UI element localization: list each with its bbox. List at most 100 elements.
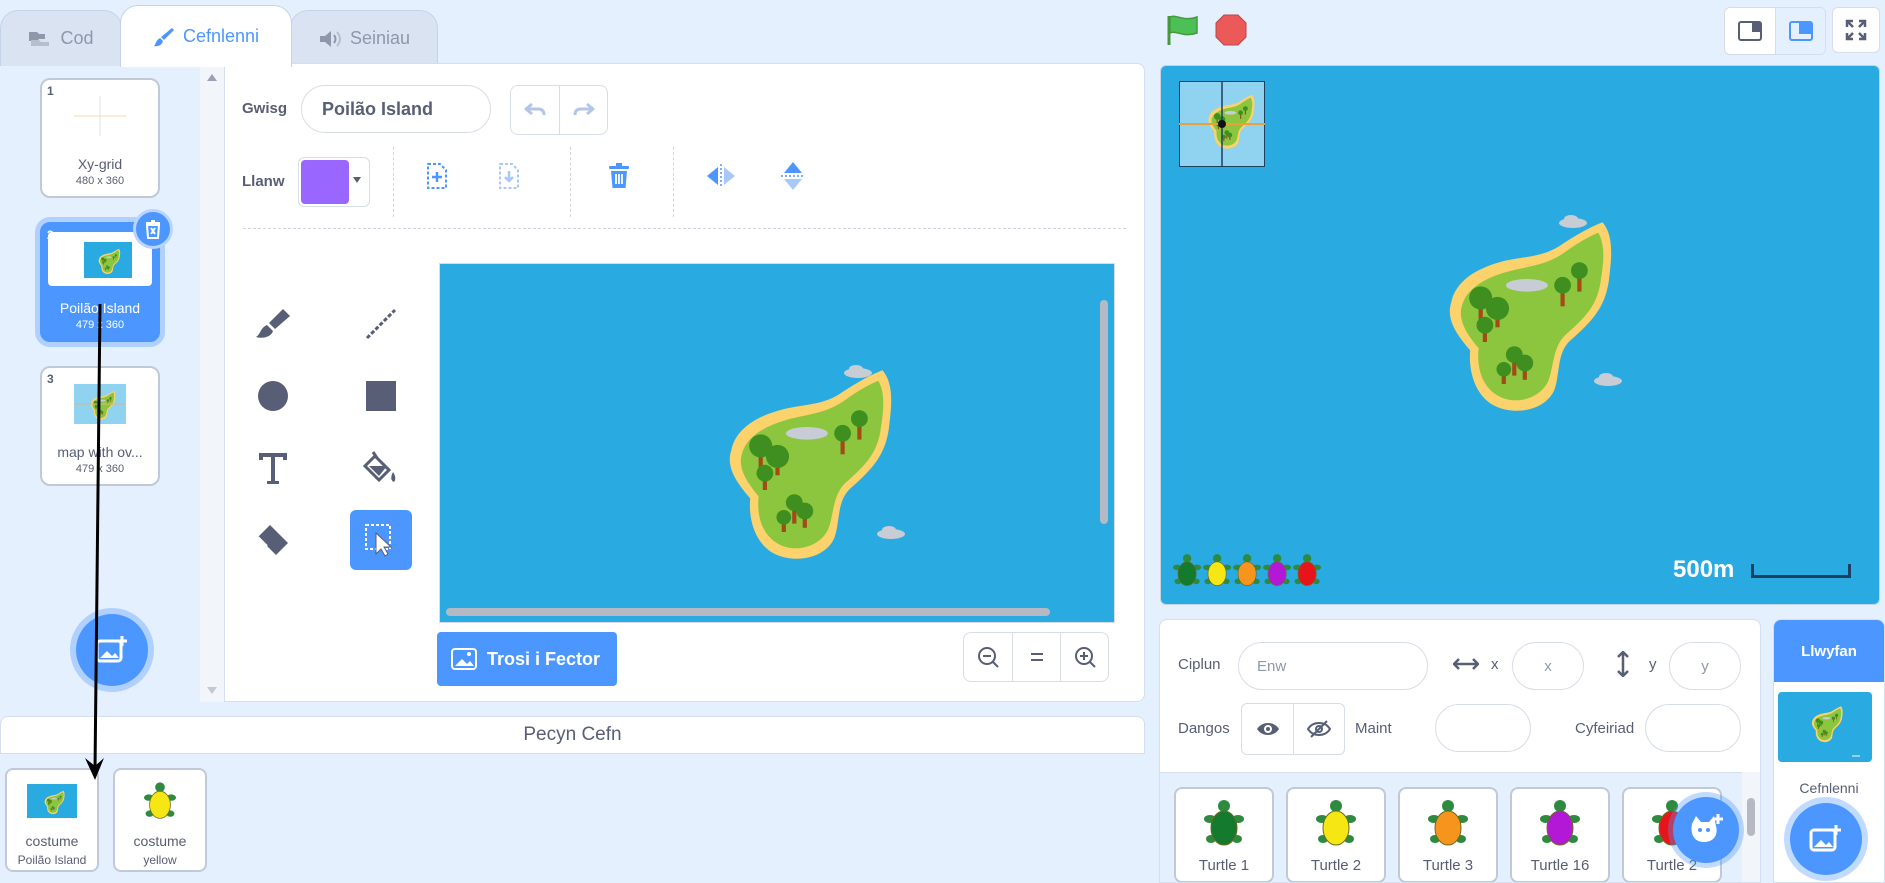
brush-tool[interactable]	[242, 294, 304, 354]
backpack-item[interactable]: costume Poilão Island	[5, 768, 99, 872]
toolbar-divider	[570, 147, 571, 217]
scroll-up-arrow-icon[interactable]	[207, 74, 217, 81]
size-input[interactable]	[1435, 704, 1531, 752]
backpack-item[interactable]: costume yellow	[113, 768, 207, 872]
hide-button[interactable]	[1293, 704, 1344, 754]
sprite-tile[interactable]: Turtle 16	[1510, 787, 1610, 882]
green-flag-button[interactable]	[1165, 14, 1201, 46]
sprite-list-scrollbar[interactable]	[1742, 772, 1760, 882]
select-tool[interactable]	[350, 510, 412, 570]
backdrop-thumbnail	[74, 96, 126, 136]
scrollbar-thumb[interactable]	[1747, 798, 1755, 836]
backpack-item-name: Poilão Island	[17, 853, 87, 867]
backdrop-item[interactable]: 1 Xy-grid 480 x 360	[40, 78, 160, 198]
y-input[interactable]: y	[1669, 642, 1741, 690]
sprite-name: Turtle 3	[1422, 857, 1474, 874]
copy-button[interactable]	[413, 152, 461, 200]
undo-redo-group	[510, 85, 608, 135]
backdrop-size: 480 x 360	[75, 175, 125, 187]
backpack-thumbnail	[143, 782, 177, 819]
tab-backdrops-label: Cefnlenni	[182, 26, 260, 46]
backdrop-item[interactable]: 3 map with ov... 479 x 360	[40, 366, 160, 486]
paste-button[interactable]	[485, 152, 533, 200]
sprite-info-panel: Ciplun Enw x x y y Dangos Maint Cyfeiria…	[1159, 619, 1761, 883]
scale-bar	[1751, 564, 1851, 578]
x-input[interactable]: x	[1512, 642, 1584, 690]
scroll-down-arrow-icon[interactable]	[207, 687, 217, 694]
x-label: x	[1491, 656, 1499, 673]
small-stage-button[interactable]	[1725, 8, 1775, 54]
backpack-item-type: costume	[25, 833, 79, 849]
zoom-reset-button[interactable]	[1012, 633, 1060, 681]
direction-input[interactable]	[1645, 704, 1741, 752]
turtle-sprites-row	[1171, 550, 1331, 603]
zoom-out-button[interactable]	[964, 633, 1012, 681]
delete-backdrop-button[interactable]	[133, 209, 173, 249]
fullscreen-icon	[1845, 19, 1867, 41]
sprite-tile[interactable]: Turtle 2	[1286, 787, 1386, 882]
fill-color-picker[interactable]	[298, 157, 370, 207]
zoom-in-icon	[1074, 647, 1096, 668]
convert-to-vector-button[interactable]: Trosi i Fector	[437, 632, 617, 686]
line-tool[interactable]	[350, 294, 412, 354]
redo-button[interactable]	[559, 86, 607, 134]
speaker-icon	[319, 30, 341, 47]
flip-vertical-button[interactable]	[769, 152, 817, 200]
tab-backdrops[interactable]: Cefnlenni	[120, 5, 292, 67]
backdrop-list-scrollbar[interactable]	[200, 66, 224, 702]
add-image-icon	[1809, 825, 1841, 852]
fill-color-swatch	[301, 160, 349, 204]
eye-icon	[1256, 723, 1279, 735]
stop-button[interactable]	[1214, 13, 1248, 47]
delete-button[interactable]	[595, 152, 643, 200]
show-toggle	[1241, 703, 1345, 755]
circle-tool[interactable]	[242, 366, 304, 426]
choose-backdrop-stage-button[interactable]	[1790, 803, 1862, 875]
select-icon	[365, 524, 393, 557]
redo-icon	[573, 102, 594, 116]
turtle-sprite[interactable]	[1202, 553, 1232, 586]
show-button[interactable]	[1242, 704, 1293, 754]
zoom-in-button[interactable]	[1060, 633, 1108, 681]
text-tool[interactable]	[242, 438, 304, 498]
choose-backdrop-button[interactable]	[76, 614, 148, 686]
eraser-tool[interactable]	[242, 510, 304, 570]
chevron-down-icon	[353, 177, 361, 183]
backdrop-number: 3	[47, 372, 54, 386]
choose-sprite-button[interactable]	[1673, 797, 1739, 863]
size-label: Maint	[1355, 720, 1392, 737]
canvas-vertical-scrollbar[interactable]	[1100, 300, 1108, 524]
backdrop-size: 479 x 360	[75, 463, 125, 475]
rectangle-tool[interactable]	[350, 366, 412, 426]
paste-icon	[499, 163, 519, 189]
sprite-name-input[interactable]: Enw	[1238, 642, 1428, 690]
turtle-sprite[interactable]	[1172, 553, 1202, 586]
tab-sounds[interactable]: Seiniau	[290, 10, 438, 66]
paint-canvas[interactable]	[439, 263, 1115, 623]
tab-sounds-label: Seiniau	[349, 28, 411, 48]
sprite-tile[interactable]: Turtle 3	[1398, 787, 1498, 882]
undo-button[interactable]	[511, 86, 559, 134]
backdrops-label: Cefnlenni	[1799, 780, 1859, 796]
stage[interactable]: 500m	[1160, 65, 1880, 605]
backpack-header[interactable]: Pecyn Cefn	[0, 716, 1145, 754]
costume-name-input[interactable]: Poilão Island	[301, 85, 491, 133]
turtle-icon	[1427, 799, 1469, 846]
flip-horizontal-icon	[707, 164, 735, 188]
direction-label: Cyfeiriad	[1575, 720, 1635, 737]
backdrop-item-selected[interactable]: 2 Poilão Island 479 x 360	[40, 209, 173, 342]
costume-name-label: Gwisg	[242, 100, 288, 117]
canvas-horizontal-scrollbar[interactable]	[446, 608, 1050, 616]
turtle-sprite[interactable]	[1232, 553, 1262, 586]
fullscreen-button[interactable]	[1832, 7, 1880, 53]
tab-code[interactable]: Cod	[0, 10, 122, 66]
eraser-icon	[257, 525, 288, 555]
normal-stage-button[interactable]	[1775, 8, 1825, 54]
sprite-name-label: Ciplun	[1178, 656, 1221, 673]
circle-icon	[258, 381, 288, 411]
sprite-tile[interactable]: Turtle 1	[1174, 787, 1274, 882]
fill-tool[interactable]	[350, 438, 412, 498]
turtle-sprite[interactable]	[1292, 553, 1322, 586]
flip-horizontal-button[interactable]	[697, 152, 745, 200]
turtle-sprite[interactable]	[1262, 553, 1292, 586]
